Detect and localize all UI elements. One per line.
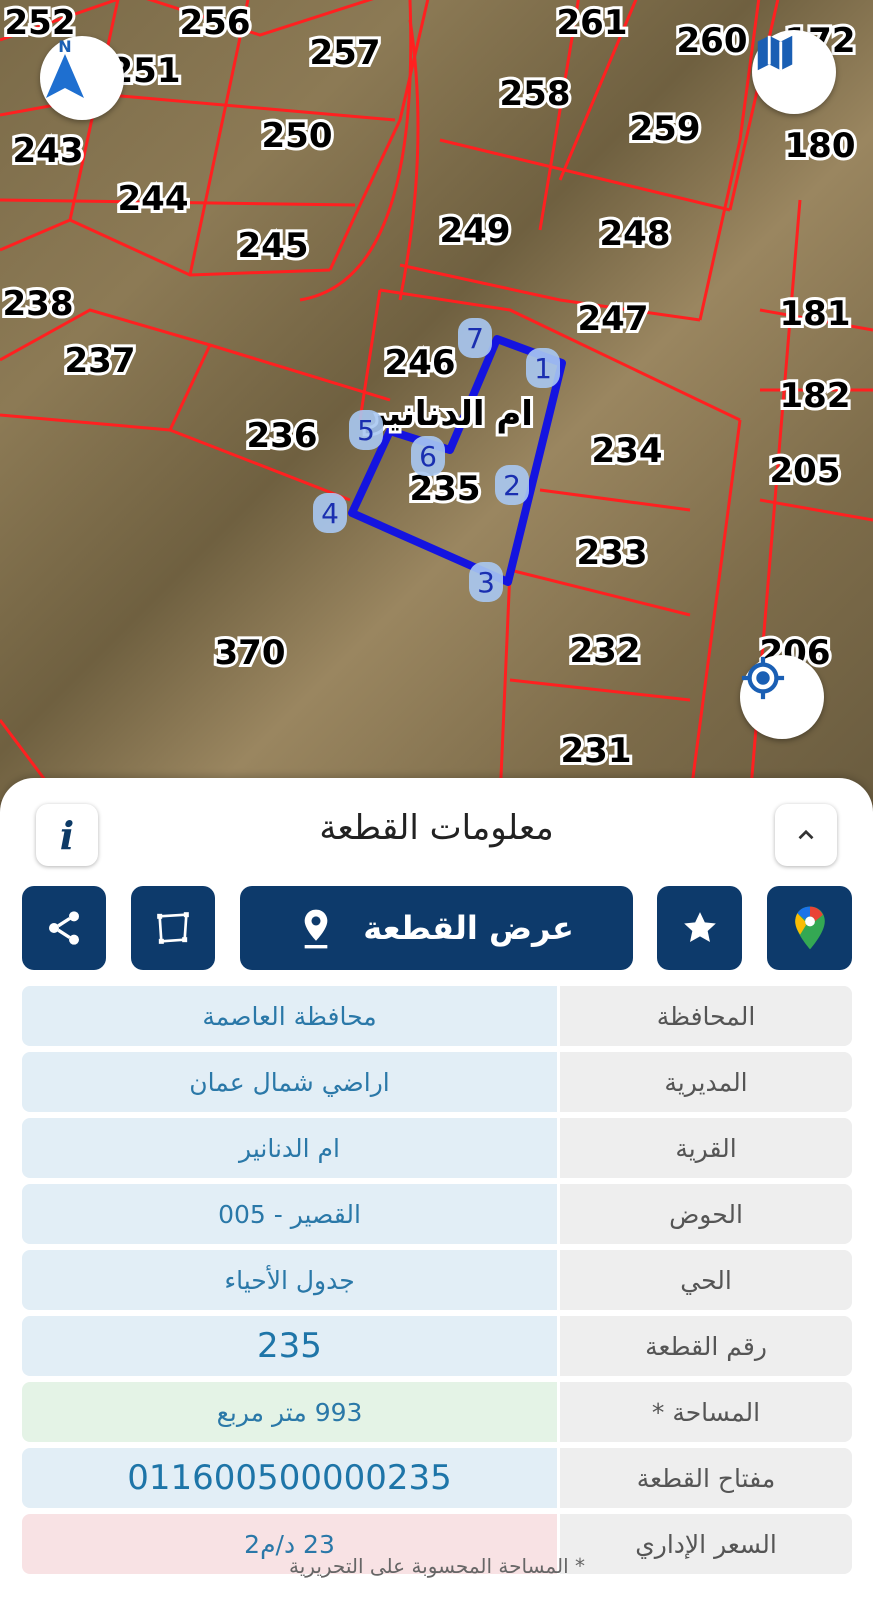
svg-text:N: N	[58, 37, 71, 56]
village-label: ام الدنانير	[365, 394, 533, 434]
row-value: ام الدنانير	[22, 1118, 557, 1178]
parcel-number: 236	[247, 416, 318, 456]
parcel-number: 233	[577, 533, 648, 573]
parcel-number: 370	[215, 633, 286, 673]
share-icon	[49, 911, 79, 945]
parcel-number: 258	[500, 74, 571, 114]
chevron-up-icon	[798, 829, 814, 840]
my-location-button[interactable]	[740, 655, 824, 739]
parcel-number: 259	[630, 109, 701, 149]
parcel-number: 243	[13, 131, 84, 171]
map-view[interactable]: 2522562572612601722512582592432501802442…	[0, 0, 873, 800]
vertex-marker: 6	[411, 436, 445, 476]
polygon-icon	[157, 912, 189, 944]
row-value: اراضي شمال عمان	[22, 1052, 557, 1112]
svg-text:1: 1	[534, 352, 552, 385]
table-row-neighborhood: الحي جدول الأحياء	[22, 1250, 852, 1310]
parcel-number: 234	[592, 431, 663, 471]
row-label: المساحة *	[560, 1382, 852, 1442]
table-row-plot-key: مفتاح القطعة 011600500000235	[22, 1448, 852, 1508]
parcel-number: 245	[238, 226, 309, 266]
parcel-number-labels: 2522562572612601722512582592432501802442…	[0, 0, 858, 774]
north-arrow-icon: N	[46, 37, 84, 98]
row-label: مفتاح القطعة	[560, 1448, 852, 1508]
parcel-number: 249	[440, 211, 511, 251]
parcel-number: 182	[780, 376, 851, 416]
row-label: الحوض	[560, 1184, 852, 1244]
row-value: 011600500000235	[22, 1448, 557, 1508]
svg-text:3: 3	[477, 566, 495, 599]
parcel-number: 232	[570, 631, 641, 671]
row-value: 993 متر مربع	[22, 1382, 557, 1442]
google-maps-button[interactable]	[767, 886, 852, 970]
svg-text:2: 2	[503, 469, 521, 502]
table-row-village: القرية ام الدنانير	[22, 1118, 852, 1178]
show-plot-button[interactable]: عرض القطعة	[240, 886, 633, 970]
row-label: رقم القطعة	[560, 1316, 852, 1376]
info-icon: i	[59, 812, 75, 858]
show-plot-label: عرض القطعة	[363, 909, 574, 947]
table-row-plot-number: رقم القطعة 235	[22, 1316, 852, 1376]
map-icon	[757, 35, 793, 71]
parcel-number: 261	[557, 3, 628, 43]
row-value: 235	[22, 1316, 557, 1376]
parcel-number: 231	[561, 731, 632, 771]
vertex-marker: 7	[458, 318, 492, 358]
table-row-area: المساحة * 993 متر مربع	[22, 1382, 852, 1442]
map-layers-button[interactable]	[752, 30, 836, 114]
parcel-number: 250	[262, 116, 333, 156]
collapse-panel-button[interactable]	[775, 804, 837, 866]
favorite-button[interactable]	[657, 886, 742, 970]
plot-info-table: المحافظة محافظة العاصمة المديرية اراضي ش…	[22, 986, 852, 1580]
parcel-number: 180	[785, 126, 856, 166]
panel-title: معلومات القطعة	[319, 808, 554, 848]
star-icon	[683, 912, 716, 942]
row-value: جدول الأحياء	[22, 1250, 557, 1310]
vertex-marker: 2	[495, 465, 529, 505]
map-pin-icon	[304, 909, 328, 949]
parcel-number: 237	[65, 341, 136, 381]
parcel-number: 205	[770, 451, 841, 491]
table-row-directorate: المديرية اراضي شمال عمان	[22, 1052, 852, 1112]
parcel-number: 257	[310, 33, 381, 73]
table-row-governorate: المحافظة محافظة العاصمة	[22, 986, 852, 1046]
vertex-marker: 4	[313, 493, 347, 533]
svg-text:6: 6	[419, 440, 437, 473]
google-maps-icon	[794, 906, 825, 950]
svg-text:7: 7	[466, 322, 484, 355]
vertex-marker: 1	[526, 348, 560, 388]
row-label: المديرية	[560, 1052, 852, 1112]
compass-button[interactable]: N	[40, 36, 124, 120]
crosshair-location-icon	[741, 656, 785, 700]
row-value: محافظة العاصمة	[22, 986, 557, 1046]
plot-shape-button[interactable]	[131, 886, 215, 970]
vertex-marker: 5	[349, 410, 383, 450]
parcel-number: 181	[780, 294, 851, 334]
row-value: القصير - 005	[22, 1184, 557, 1244]
parcel-number: 260	[677, 21, 748, 61]
parcel-number: 248	[600, 214, 671, 254]
info-button[interactable]: i	[36, 804, 98, 866]
parcel-number: 247	[578, 299, 649, 339]
svg-text:5: 5	[357, 414, 375, 447]
parcel-number: 244	[118, 179, 189, 219]
vertex-marker: 3	[469, 562, 503, 602]
parcel-number: 238	[3, 284, 74, 324]
area-footnote: * المساحة المحسوبة على التحريرية	[289, 1554, 585, 1578]
row-label: القرية	[560, 1118, 852, 1178]
row-label: الحي	[560, 1250, 852, 1310]
row-label: المحافظة	[560, 986, 852, 1046]
svg-text:4: 4	[321, 497, 339, 530]
parcel-number: 246	[385, 343, 456, 383]
share-button[interactable]	[22, 886, 106, 970]
plot-info-panel: i معلومات القطعة عرض القطعة المحافظة محا…	[0, 778, 873, 1599]
parcel-number: 256	[180, 3, 251, 43]
table-row-basin: الحوض القصير - 005	[22, 1184, 852, 1244]
